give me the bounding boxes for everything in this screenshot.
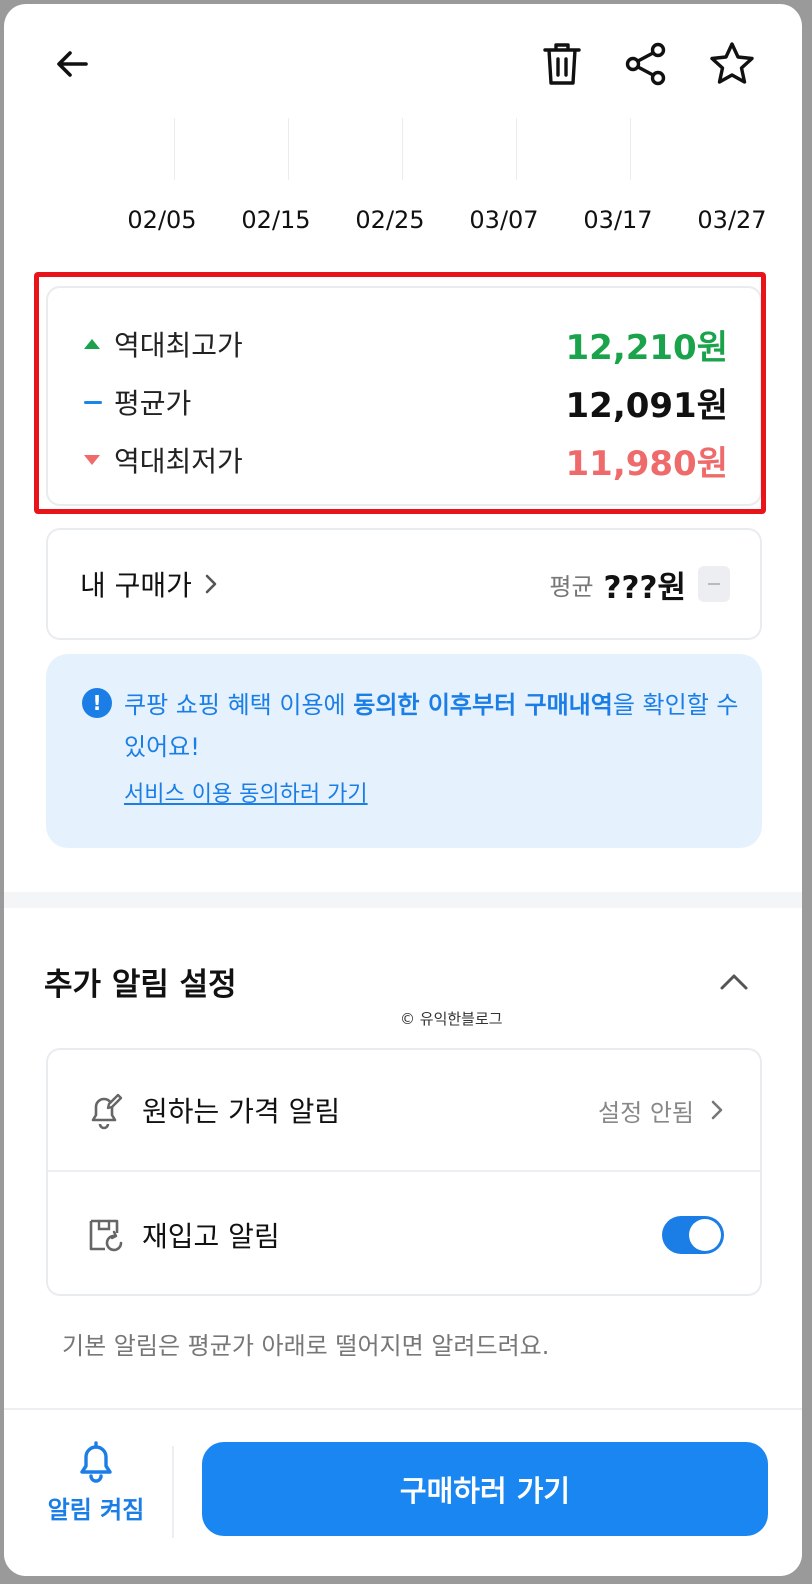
notice-text-pre: 쿠팡 쇼핑 혜택 이용에 bbox=[124, 691, 354, 719]
buy-button[interactable]: 구매하러 가기 bbox=[202, 1442, 768, 1536]
consent-link[interactable]: 서비스 이용 동의하러 가기 bbox=[124, 776, 368, 808]
alert-status-text: 설정 안됨 bbox=[598, 1098, 694, 1127]
my-purchase-price-row[interactable]: 내 구매가 평균 ???원 bbox=[46, 528, 762, 640]
share-button[interactable] bbox=[620, 38, 672, 90]
chart-gridline bbox=[630, 118, 631, 180]
delete-button[interactable] bbox=[536, 38, 588, 90]
price-chart: 02/05 02/15 02/25 03/07 03/17 03/27 bbox=[4, 114, 802, 254]
alert-label: 재입고 알림 bbox=[142, 1220, 280, 1253]
average-value: ???원 bbox=[603, 569, 686, 606]
restock-alert-row: 재입고 알림 bbox=[48, 1174, 760, 1296]
bell-icon bbox=[80, 1441, 112, 1483]
restock-box-icon bbox=[84, 1214, 126, 1256]
chart-x-tick: 03/17 bbox=[583, 206, 653, 234]
restock-toggle[interactable] bbox=[662, 1216, 724, 1254]
vertical-divider bbox=[172, 1446, 174, 1538]
chevron-up-icon bbox=[720, 974, 748, 990]
chart-gridline bbox=[402, 118, 403, 180]
bell-edit-icon bbox=[84, 1089, 126, 1131]
notice-text-bold: 동의한 이후부터 구매내역 bbox=[353, 691, 613, 719]
top-bar bbox=[4, 4, 802, 124]
red-highlight-box bbox=[34, 272, 766, 514]
arrow-left-icon bbox=[57, 51, 88, 77]
alert-status: 설정 안됨 bbox=[598, 1093, 724, 1128]
info-icon: ! bbox=[82, 688, 112, 718]
chevron-right-icon bbox=[711, 1100, 723, 1120]
average-label: 평균 bbox=[549, 572, 594, 601]
trash-icon bbox=[543, 43, 581, 85]
watermark: © 유익한블로그 bbox=[400, 1010, 503, 1028]
alert-label: 원하는 가격 알림 bbox=[142, 1095, 341, 1128]
price-alert-row[interactable]: 원하는 가격 알림 설정 안됨 bbox=[48, 1050, 760, 1172]
collapse-button[interactable] bbox=[714, 962, 754, 1002]
notice-text: 쿠팡 쇼핑 혜택 이용에 동의한 이후부터 구매내역을 확인할 수 있어요! bbox=[124, 684, 754, 768]
favorite-button[interactable] bbox=[706, 38, 758, 90]
alert-toggle-button[interactable]: 알림 켜짐 bbox=[34, 1438, 158, 1538]
section-divider bbox=[4, 892, 802, 908]
back-button[interactable] bbox=[46, 38, 98, 90]
chart-x-tick: 03/07 bbox=[469, 206, 539, 234]
chart-x-tick: 02/05 bbox=[127, 206, 197, 234]
share-icon bbox=[625, 42, 666, 86]
chart-gridline bbox=[288, 118, 289, 180]
bottom-action-bar: 알림 켜짐 구매하러 가기 bbox=[4, 1408, 802, 1576]
dash-badge bbox=[698, 566, 730, 602]
chart-x-tick: 02/25 bbox=[355, 206, 425, 234]
chart-gridline bbox=[174, 118, 175, 180]
consent-notice: ! 쿠팡 쇼핑 혜택 이용에 동의한 이후부터 구매내역을 확인할 수 있어요!… bbox=[46, 654, 762, 848]
chart-x-tick: 03/27 bbox=[697, 206, 767, 234]
section-title: 추가 알림 설정 bbox=[44, 967, 237, 1003]
my-purchase-label: 내 구매가 bbox=[80, 569, 192, 602]
alert-settings-card: 원하는 가격 알림 설정 안됨 재입고 알림 bbox=[46, 1048, 762, 1296]
screen: 02/05 02/15 02/25 03/07 03/17 03/27 역대최고… bbox=[4, 4, 802, 1576]
alert-toggle-label: 알림 켜짐 bbox=[47, 1496, 145, 1524]
chart-gridline bbox=[516, 118, 517, 180]
chevron-right-icon bbox=[204, 573, 218, 595]
alert-footnote: 기본 알림은 평균가 아래로 떨어지면 알려드려요. bbox=[62, 1332, 550, 1360]
my-purchase-average: 평균 ???원 bbox=[549, 562, 730, 607]
chart-x-tick: 02/15 bbox=[241, 206, 311, 234]
star-icon bbox=[710, 42, 754, 84]
